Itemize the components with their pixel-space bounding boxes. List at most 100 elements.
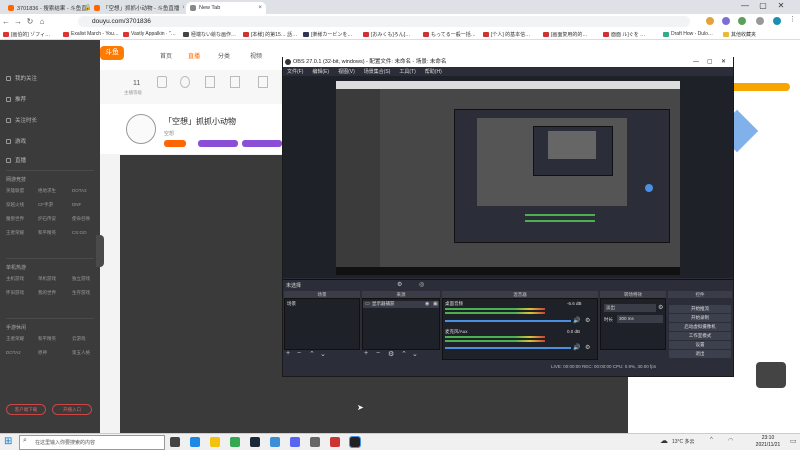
nav-category[interactable]: 分类	[218, 51, 230, 60]
move-up-icon[interactable]: ⌃	[309, 350, 315, 358]
start-recording-button[interactable]: 开始录制	[669, 314, 731, 322]
bookmark[interactable]: [画伯的] ゾフィ…	[3, 31, 59, 38]
bookmark[interactable]: 極端ない絵な画作…	[183, 31, 239, 38]
clock[interactable]: 23:10 2021/11/21	[748, 435, 788, 449]
taskbar-search-input[interactable]: 在这里输入你要搜索的内容	[19, 435, 165, 450]
nav-home[interactable]: 首页	[160, 51, 172, 60]
category-link[interactable]: 和平精英	[38, 336, 56, 342]
address-bar[interactable]: douyu.com/3701836	[78, 16, 690, 27]
bookmark[interactable]: [おみくも]ろん[…	[363, 31, 419, 38]
speaker-icon[interactable]: 🔊	[573, 317, 580, 324]
client-download-button[interactable]: 客户端下载	[6, 404, 46, 415]
sidebar-item[interactable]: 推荐	[6, 95, 26, 103]
add-scene-icon[interactable]: +	[286, 350, 290, 357]
forward-icon[interactable]: →	[12, 17, 24, 26]
category-link[interactable]: 单机游戏	[38, 276, 56, 282]
start-virtual-camera-button[interactable]: 启动虚拟摄像机	[669, 323, 731, 331]
category-link[interactable]: 绝地求生	[38, 188, 56, 194]
preview-canvas[interactable]	[336, 81, 680, 275]
move-down-icon[interactable]: ⌄	[320, 350, 326, 358]
weather-text[interactable]: 13°C 多云	[672, 438, 695, 445]
properties-gear-icon[interactable]: ⚙	[397, 281, 402, 288]
event-badge[interactable]	[756, 362, 786, 388]
browser-tab-active[interactable]: New Tab ×	[186, 2, 266, 14]
category-link[interactable]: 魔兽世界	[6, 216, 24, 222]
app-icon[interactable]	[270, 437, 280, 447]
maximize-button[interactable]: ▢	[756, 1, 770, 10]
profile-avatar[interactable]	[773, 17, 781, 25]
reload-icon[interactable]: ↻	[24, 17, 36, 26]
minimize-button[interactable]: —	[738, 1, 752, 10]
steam-icon[interactable]	[250, 437, 260, 447]
category-link[interactable]: CS:GO	[72, 230, 87, 235]
menu-tools[interactable]: 工具(T)	[399, 68, 415, 75]
source-settings-gear-icon[interactable]: ⚙	[388, 350, 394, 358]
visibility-eye-icon[interactable]: ◉	[425, 301, 429, 307]
category-link[interactable]: 英雄联盟	[6, 188, 24, 194]
bookmark[interactable]: [本様] 的第15… 話…	[243, 31, 299, 38]
channel-gear-icon[interactable]: ⚙	[585, 344, 590, 351]
bookmark[interactable]: [画面复用的的…	[543, 31, 599, 38]
close-tab-icon[interactable]: ×	[182, 5, 184, 11]
obs-taskbar-icon[interactable]	[349, 436, 361, 448]
category-link[interactable]: DOTA2	[72, 188, 87, 193]
extension-icon[interactable]	[738, 17, 746, 25]
edge-icon[interactable]	[190, 437, 200, 447]
category-link[interactable]: 和平精英	[38, 230, 56, 236]
close-window-button[interactable]: ✕	[774, 1, 788, 10]
windows-start-icon[interactable]: ⊞	[4, 436, 12, 447]
category-link[interactable]: 生存游戏	[72, 290, 90, 296]
start-broadcast-button[interactable]: 开播入口	[52, 404, 92, 415]
volume-slider[interactable]	[445, 347, 571, 349]
bookmark[interactable]: Vastly Appalkin · "…	[123, 31, 179, 37]
notification-icon[interactable]: ▭	[790, 437, 797, 445]
network-icon[interactable]: ◠	[728, 437, 733, 444]
home-icon[interactable]: ⌂	[36, 17, 48, 26]
extensions-puzzle-icon[interactable]	[756, 17, 764, 25]
bookmark[interactable]: [个人] 的基本信…	[483, 31, 539, 38]
speaker-icon[interactable]: 🔊	[573, 344, 580, 351]
bookmark[interactable]: Exalist March - You…	[63, 31, 119, 37]
category-link[interactable]: 我的世界	[38, 290, 56, 296]
bookmark[interactable]: [楽様カービンを…	[303, 31, 359, 38]
streamer-avatar[interactable]	[126, 114, 156, 144]
obs-close-button[interactable]: ✕	[721, 57, 726, 67]
category-link[interactable]: 独立游戏	[72, 276, 90, 282]
bookmark[interactable]: 面面 ル]ぐを …	[603, 31, 659, 38]
other-bookmarks[interactable]: 其他收藏夹	[723, 31, 763, 38]
category-link[interactable]: 主机游戏	[6, 276, 24, 282]
app-icon[interactable]	[330, 437, 340, 447]
duration-field[interactable]: 300 ms	[617, 315, 663, 323]
category-link[interactable]: DNF	[72, 202, 81, 207]
exit-button[interactable]: 退出	[669, 350, 731, 358]
volume-slider[interactable]	[445, 320, 571, 322]
browser-tab[interactable]: 3701836 - 搜索结果 - 斗鱼直播×	[4, 2, 88, 14]
category-link[interactable]: 怀旧游戏	[6, 290, 24, 296]
chrome-icon[interactable]	[230, 437, 240, 447]
move-up-icon[interactable]: ⌃	[401, 350, 407, 358]
discord-icon[interactable]	[290, 437, 300, 447]
category-link[interactable]: 第五人格	[72, 350, 90, 356]
start-streaming-button[interactable]: 开始推流	[669, 305, 731, 313]
bookmark[interactable]: もってる一般一括…	[423, 31, 479, 38]
sidebar-item[interactable]: 游戏	[6, 137, 26, 145]
nav-live[interactable]: 直播	[188, 51, 200, 60]
obs-maximize-button[interactable]: ▢	[707, 57, 713, 67]
browser-tab[interactable]: 「空想」抓抓小动物 - 斗鱼直播×	[90, 2, 184, 14]
extension-icon[interactable]	[706, 17, 714, 25]
category-link[interactable]: 云游戏	[72, 336, 86, 342]
menu-help[interactable]: 帮助(H)	[425, 68, 442, 75]
sidebar-collapse-handle[interactable]	[96, 235, 104, 267]
category-link[interactable]: DOTA2	[6, 350, 21, 355]
settings-button[interactable]: 设置	[669, 341, 731, 349]
category-link[interactable]: 原神	[38, 350, 47, 356]
promo-banner[interactable]	[730, 83, 790, 91]
nav-video[interactable]: 视频	[250, 51, 262, 60]
sidebar-item[interactable]: 关注时长	[6, 116, 37, 124]
channel-gear-icon[interactable]: ⚙	[585, 317, 590, 324]
category-link[interactable]: 炉石传说	[38, 216, 56, 222]
menu-edit[interactable]: 编辑(E)	[312, 68, 329, 75]
category-link[interactable]: 穿越火线	[6, 202, 24, 208]
streamer-name[interactable]: 空想	[164, 130, 174, 137]
app-icon[interactable]	[310, 437, 320, 447]
